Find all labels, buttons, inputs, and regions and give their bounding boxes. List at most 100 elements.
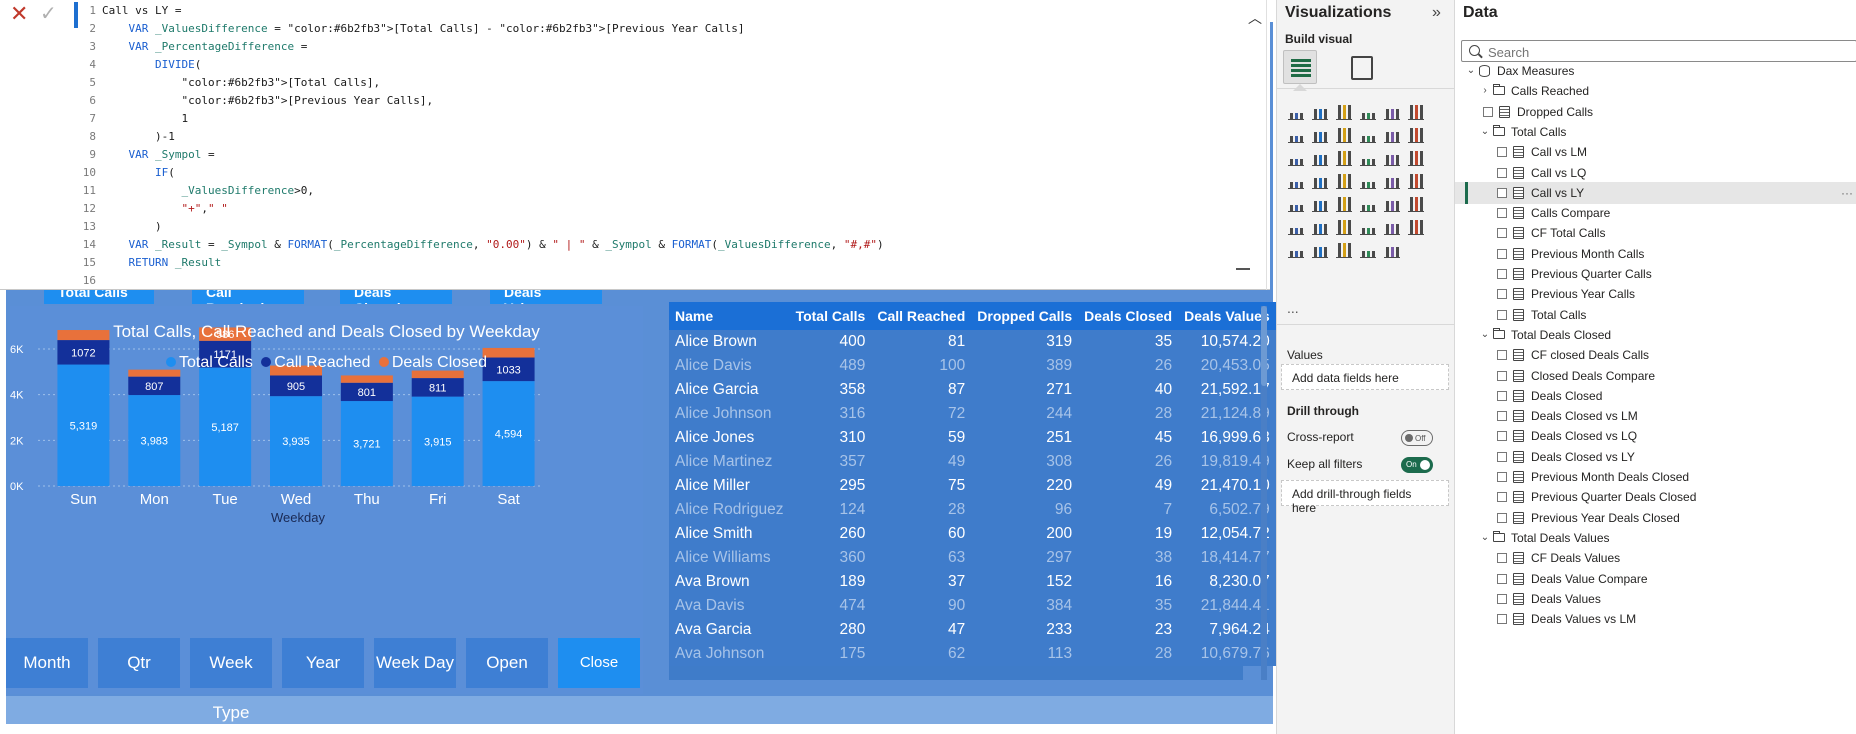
qa-icon[interactable] [1359,217,1379,237]
format-visual-icon[interactable] [1351,56,1373,80]
month-button[interactable]: Month [6,638,88,688]
chevron-right-icon[interactable]: › [1479,80,1491,102]
more-options-icon[interactable]: ··· [1841,182,1853,204]
checkbox[interactable] [1497,309,1507,320]
ribbon-chart-icon[interactable] [1287,148,1307,168]
double-chevron-right-icon[interactable]: » [1432,4,1441,22]
code-line[interactable]: 3 VAR _PercentageDifference = [80,38,1240,56]
measure-item[interactable]: Calls Compare [1455,202,1856,224]
column-header[interactable]: Call Reached [871,302,972,330]
code-line[interactable]: 16 [80,272,1240,290]
stacked-area-icon[interactable] [1335,125,1355,145]
measure-item[interactable]: Closed Deals Compare [1455,365,1856,387]
checkbox[interactable] [1497,187,1507,198]
build-visual-icon[interactable] [1283,50,1317,84]
display-folder[interactable]: ⌄ Total Deals Values [1455,527,1856,549]
checkbox[interactable] [1497,553,1507,564]
drill-through-drop-zone[interactable]: Add drill-through fields here [1281,480,1449,515]
power-apps-icon[interactable] [1311,240,1331,260]
measure-item[interactable]: Deals Closed [1455,385,1856,407]
code-line[interactable]: 5 "color:#6b2fb3">[Total Calls], [80,74,1240,92]
decomposition-tree-icon[interactable] [1335,217,1355,237]
checkbox[interactable] [1497,228,1507,239]
card-icon[interactable] [1407,171,1427,191]
checkbox[interactable] [1497,451,1507,462]
measure-item[interactable]: Deals Closed vs LQ [1455,425,1856,447]
chevron-down-icon[interactable]: ⌄ [1465,60,1477,82]
table-row[interactable]: Alice Jones 310 59 251 45 16,999.63 [669,426,1276,450]
table-scrollbar-thumb[interactable] [1261,306,1267,386]
chevron-down-icon[interactable]: ⌄ [1479,527,1491,549]
checkbox[interactable] [1497,370,1507,381]
100-column-icon[interactable] [1407,102,1427,122]
checkbox[interactable] [1497,289,1507,300]
measure-item[interactable]: Previous Month Deals Closed [1455,466,1856,488]
waterfall-icon[interactable] [1311,148,1331,168]
column-header[interactable]: Name [669,302,790,330]
measure-item[interactable]: Previous Year Calls [1455,283,1856,305]
code-line[interactable]: 12 "+"," " [80,200,1240,218]
table-row[interactable]: Alice Martinez 357 49 308 26 19,819.49 [669,450,1276,474]
values-drop-zone[interactable]: Add data fields here [1281,364,1449,390]
multirow-card-icon[interactable] [1287,194,1307,214]
goals-icon[interactable] [1407,217,1427,237]
100-area-icon[interactable] [1359,125,1379,145]
table-row[interactable]: Alice Johnson 316 72 244 28 21,124.89 [669,402,1276,426]
checkbox[interactable] [1497,472,1507,482]
scatter-icon[interactable] [1359,148,1379,168]
checkbox[interactable] [1497,269,1507,279]
key-influencers-icon[interactable] [1311,217,1331,237]
column-header[interactable]: Dropped Calls [971,302,1079,330]
treemap-icon[interactable] [1287,171,1307,191]
year-button[interactable]: Year [282,638,364,688]
display-folder[interactable]: ⌄ Total Calls [1455,121,1856,143]
measure-item[interactable]: Deals Value Compare [1455,568,1856,590]
checkbox[interactable] [1497,614,1507,625]
dax-code-editor[interactable]: 1 Call vs LY = 2 VAR _ValuesDifference = "… [80,2,1240,290]
table-row[interactable]: Alice Miller 295 75 220 49 21,470.10 [669,474,1276,498]
measure-item[interactable]: Call vs LY ··· [1455,181,1856,204]
line-column-icon[interactable] [1383,125,1403,145]
measure-item[interactable]: Previous Year Deals Closed [1455,507,1856,529]
qtr-button[interactable]: Qtr [98,638,180,688]
measure-item[interactable]: Deals Closed vs LM [1455,405,1856,427]
filled-map-icon[interactable] [1335,171,1355,191]
measure-item[interactable]: Deals Values [1455,588,1856,610]
power-automate-icon[interactable] [1335,240,1355,260]
column-header[interactable]: Total Calls [789,302,872,330]
checkbox[interactable] [1497,147,1507,158]
weekday-chart[interactable]: 0K 2K 4K 6K 5,319 1072 Sun 3,983 807 Mon 5,187 1171… [10,306,643,694]
checkbox[interactable] [1497,573,1507,584]
line-clustered-icon[interactable] [1407,125,1427,145]
close-icon[interactable]: ✕ [10,3,30,25]
table-row[interactable]: Ava Garcia 280 47 233 23 7,964.24 [669,618,1276,642]
code-line[interactable]: 6 "color:#6b2fb3">[Previous Year Calls], [80,92,1240,110]
table-row[interactable]: Ava Johnson 175 62 113 28 10,679.76 [669,642,1276,666]
stacked-column-icon[interactable] [1311,102,1331,122]
measure-item[interactable]: Deals Closed vs LY [1455,446,1856,468]
measure-item[interactable]: Call vs LM [1455,141,1856,163]
search-input[interactable] [1461,40,1856,62]
code-line[interactable]: 9 VAR _Sympol = [80,146,1240,164]
clustered-column-icon[interactable] [1359,102,1379,122]
code-line[interactable]: 7 1 [80,110,1240,128]
pie-icon[interactable] [1383,148,1403,168]
narrative-icon[interactable] [1383,217,1403,237]
checkbox[interactable] [1497,512,1507,523]
checkbox[interactable] [1497,593,1507,604]
measure-item[interactable]: Previous Month Calls [1455,243,1856,265]
measure-item[interactable]: CF closed Deals Calls [1455,344,1856,366]
display-folder[interactable]: › Calls Reached [1455,80,1856,102]
measure-item[interactable]: CF Total Calls [1455,222,1856,244]
checkbox[interactable] [1497,390,1507,401]
measure-item[interactable]: Deals Values vs LM [1455,608,1856,630]
paginated-report-icon[interactable] [1287,240,1307,260]
python-icon[interactable] [1287,217,1307,237]
checkbox[interactable] [1497,411,1507,422]
resize-handle[interactable] [1236,268,1250,270]
gauge-icon[interactable] [1383,171,1403,191]
chevron-down-icon[interactable]: ⌄ [1479,324,1491,346]
line-chart-icon[interactable] [1287,125,1307,145]
r-script-icon[interactable] [1383,194,1403,214]
column-header[interactable]: Deals Closed [1078,302,1179,330]
